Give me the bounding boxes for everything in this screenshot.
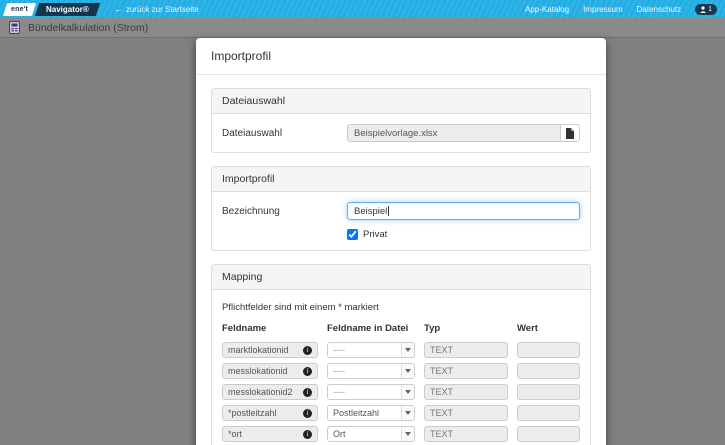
- bezeichnung-value: Beispiel: [354, 205, 388, 217]
- file-panel-heading: Dateiauswahl: [212, 89, 590, 114]
- wert-cell: [517, 426, 580, 442]
- feldname-cell: *ort i: [222, 426, 318, 442]
- datenschutz-link[interactable]: Datenschutz: [637, 5, 681, 14]
- select-value: Ort: [333, 429, 346, 439]
- select-value: Postleitzahl: [333, 408, 380, 418]
- top-navigation-bar: ene't Navigator® ← zurück zur Startseite…: [0, 0, 725, 18]
- info-icon[interactable]: i: [303, 408, 312, 418]
- typ-cell: TEXT: [424, 384, 508, 400]
- mapping-rows-container: marktlokationid i ---- TEXT messlokation…: [222, 342, 580, 445]
- select-value: ----: [333, 387, 345, 397]
- privat-checkbox[interactable]: [347, 229, 358, 240]
- feldname-cell: messlokationid i: [222, 363, 318, 379]
- bezeichnung-input[interactable]: Beispiel: [347, 202, 580, 220]
- info-icon[interactable]: i: [303, 345, 312, 355]
- file-browse-button[interactable]: [559, 124, 580, 142]
- file-icon: [566, 127, 575, 139]
- mapping-row: *ort i Ort TEXT: [222, 426, 580, 442]
- product-name-label: Navigator®: [46, 4, 89, 14]
- typ-cell: TEXT: [424, 363, 508, 379]
- brand-logo[interactable]: ene't Navigator®: [2, 0, 100, 18]
- select-value: ----: [333, 345, 345, 355]
- wert-cell: [517, 405, 580, 421]
- feldname-value: marktlokationid: [228, 345, 289, 355]
- impressum-link[interactable]: Impressum: [583, 5, 623, 14]
- feldname-in-datei-select[interactable]: Postleitzahl: [327, 405, 415, 421]
- user-count-badge[interactable]: 1: [695, 3, 717, 15]
- feldname-in-datei-select[interactable]: Ort: [327, 426, 415, 442]
- company-logo-text: ene't: [11, 5, 29, 13]
- selected-file-input: Beispielvorlage.xlsx: [347, 124, 560, 142]
- mapping-panel-heading: Mapping: [212, 265, 590, 290]
- info-icon[interactable]: i: [303, 429, 312, 439]
- profile-panel-heading: Importprofil: [212, 167, 590, 192]
- wert-cell: [517, 342, 580, 358]
- back-to-start-link[interactable]: ← zurück zur Startseite: [114, 4, 199, 14]
- feldname-in-datei-select[interactable]: ----: [327, 342, 415, 358]
- file-selection-panel: Dateiauswahl Dateiauswahl Beispielvorlag…: [211, 88, 591, 153]
- left-arrow-icon: ←: [113, 4, 123, 14]
- modal-title: Importprofil: [196, 38, 606, 75]
- col-header-typ: Typ: [424, 323, 441, 334]
- text-caret: [388, 206, 390, 216]
- mapping-row: *postleitzahl i Postleitzahl TEXT: [222, 405, 580, 421]
- privat-checkbox-label[interactable]: Privat: [363, 229, 387, 240]
- feldname-cell: marktlokationid i: [222, 342, 318, 358]
- import-profile-panel: Importprofil Bezeichnung Beispiel Privat: [211, 166, 591, 251]
- wert-cell: [517, 384, 580, 400]
- info-icon[interactable]: i: [303, 387, 312, 397]
- mapping-column-headers: Feldname Feldname in Datei Typ Wert: [222, 323, 580, 334]
- topbar-right-links: App-Katalog Impressum Datenschutz 1: [525, 3, 725, 15]
- feldname-value: *postleitzahl: [228, 408, 277, 418]
- product-name-banner: Navigator®: [34, 2, 100, 16]
- feldname-cell: *postleitzahl i: [222, 405, 318, 421]
- feldname-value: messlokationid2: [228, 387, 293, 397]
- company-logo: ene't: [2, 2, 37, 16]
- back-link-label: zurück zur Startseite: [125, 4, 199, 14]
- importprofil-modal: Importprofil Dateiauswahl Dateiauswahl B…: [196, 38, 606, 445]
- mapping-row: messlokationid2 i ---- TEXT: [222, 384, 580, 400]
- wert-cell: [517, 363, 580, 379]
- mapping-panel: Mapping Pflichtfelder sind mit einem * m…: [211, 264, 591, 445]
- feldname-in-datei-select[interactable]: ----: [327, 363, 415, 379]
- chevron-down-icon: [401, 343, 414, 357]
- bezeichnung-label: Bezeichnung: [222, 205, 280, 217]
- page-title: Bündelkalkulation (Strom): [28, 21, 149, 34]
- application-header-bar: Bündelkalkulation (Strom): [0, 18, 725, 38]
- typ-cell: TEXT: [424, 405, 508, 421]
- feldname-value: messlokationid: [228, 366, 288, 376]
- mapping-row: messlokationid i ---- TEXT: [222, 363, 580, 379]
- feldname-cell: messlokationid2 i: [222, 384, 318, 400]
- col-header-feldname-in-datei: Feldname in Datei: [327, 323, 409, 334]
- app-document-icon: [9, 21, 20, 34]
- chevron-down-icon: [401, 427, 414, 441]
- user-icon: [700, 5, 706, 13]
- col-header-wert: Wert: [517, 323, 538, 334]
- user-count-value: 1: [708, 5, 712, 13]
- typ-cell: TEXT: [424, 426, 508, 442]
- file-field-label: Dateiauswahl: [222, 127, 283, 139]
- app-katalog-link[interactable]: App-Katalog: [525, 5, 569, 14]
- mapping-row: marktlokationid i ---- TEXT: [222, 342, 580, 358]
- chevron-down-icon: [401, 406, 414, 420]
- feldname-value: *ort: [228, 429, 243, 439]
- modal-body: Dateiauswahl Dateiauswahl Beispielvorlag…: [196, 75, 606, 445]
- chevron-down-icon: [401, 364, 414, 378]
- required-fields-note: Pflichtfelder sind mit einem * markiert: [222, 302, 379, 313]
- select-value: ----: [333, 366, 345, 376]
- feldname-in-datei-select[interactable]: ----: [327, 384, 415, 400]
- chevron-down-icon: [401, 385, 414, 399]
- col-header-feldname: Feldname: [222, 323, 267, 334]
- typ-cell: TEXT: [424, 342, 508, 358]
- info-icon[interactable]: i: [303, 366, 312, 376]
